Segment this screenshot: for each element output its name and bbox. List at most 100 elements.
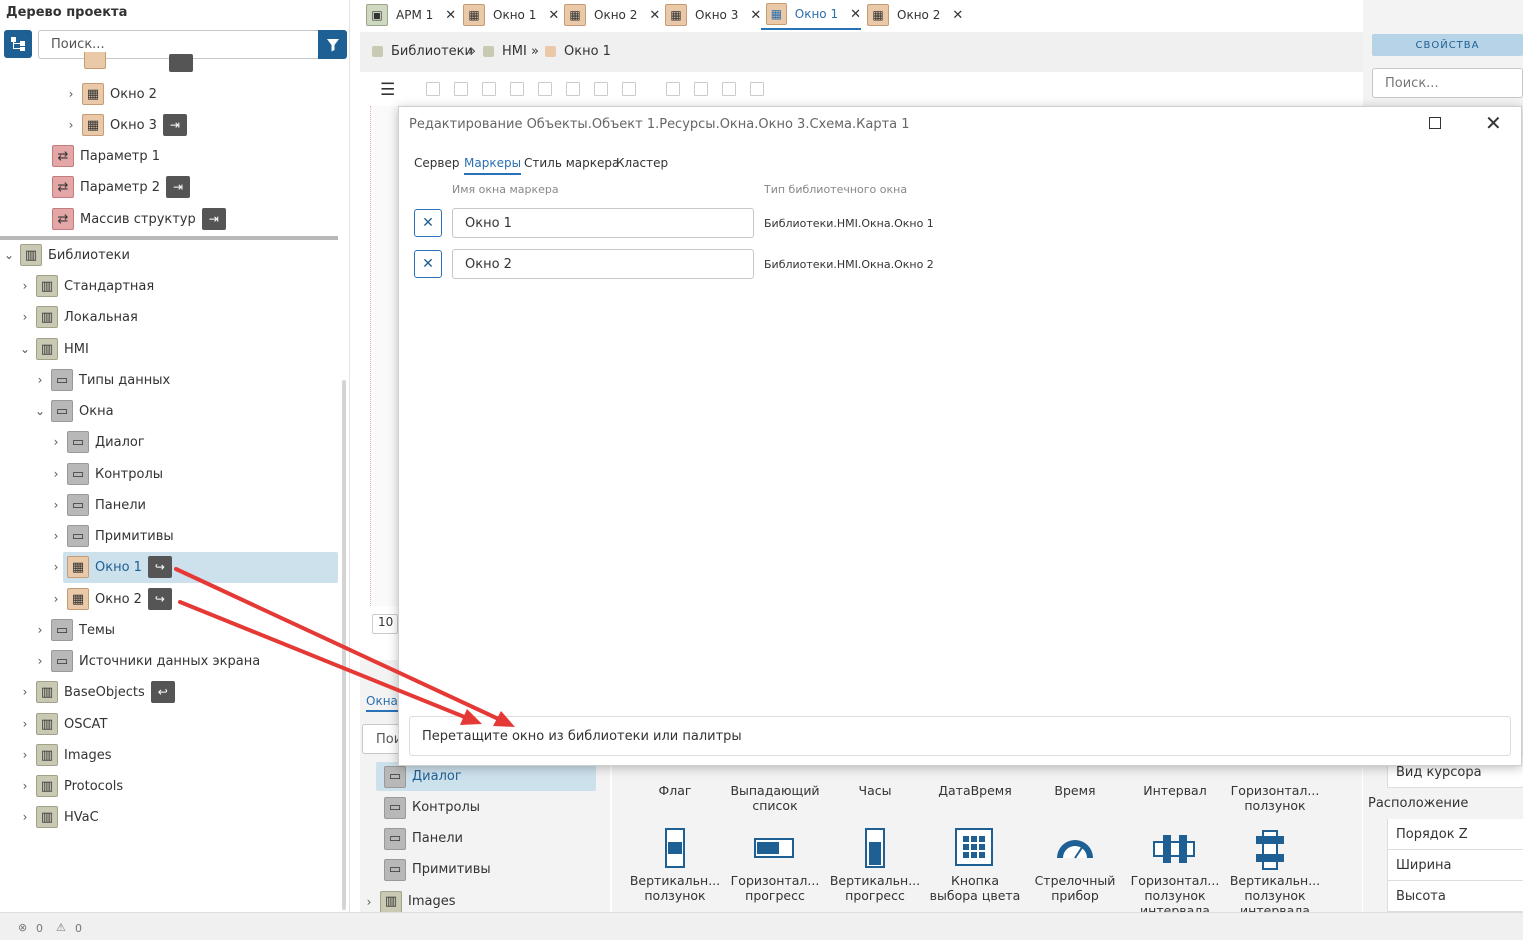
palette-widget-vslider[interactable]: Вертикальн... ползунок (625, 873, 725, 903)
tree-filter-button[interactable] (318, 30, 347, 59)
chevron-right-icon[interactable]: › (49, 560, 63, 574)
tab-arm[interactable]: ▣ АРМ 1 ✕ (366, 0, 456, 30)
tab-server[interactable]: Сервер (414, 156, 459, 170)
palette-item-primitives[interactable]: ▭ Примитивы (376, 855, 596, 884)
chevron-down-icon[interactable]: ⌄ (18, 342, 32, 356)
chevron-right-icon[interactable]: › (49, 529, 63, 543)
tab-window[interactable]: ▦ Окно 3 ✕ (665, 0, 761, 30)
tree-item-folder[interactable]: › ▭ Контролы (49, 460, 163, 488)
chevron-right-icon[interactable]: › (18, 279, 32, 293)
zoom-field[interactable]: 10 (372, 614, 398, 634)
breadcrumb-item[interactable]: HMI (483, 44, 527, 59)
breadcrumb-item[interactable]: Библиотеки (372, 44, 473, 59)
ungroup-icon[interactable] (694, 82, 708, 96)
align-bottom-icon[interactable] (566, 82, 580, 96)
canvas-area[interactable] (370, 106, 400, 606)
breadcrumb-item[interactable]: Окно 1 (545, 44, 611, 59)
tree-item-folder[interactable]: › ▭ Темы (33, 616, 115, 644)
align-left-icon[interactable] (426, 82, 440, 96)
palette-item-dialog[interactable]: ▭ Диалог (376, 762, 596, 791)
chevron-right-icon[interactable]: › (64, 118, 78, 132)
chevron-right-icon[interactable]: › (18, 779, 32, 793)
tab-palette-windows[interactable]: Окна (366, 694, 398, 712)
tree-item-window-selected[interactable]: › ▦ Окно 1 ↪ (49, 553, 172, 581)
palette-widget-datetime[interactable]: ДатаВремя (925, 783, 1025, 798)
chevron-right-icon[interactable]: › (18, 717, 32, 731)
palette-widget-flag[interactable]: Флаг (625, 783, 725, 798)
tree-item-folder[interactable]: › ▭ Типы данных (33, 366, 170, 394)
group-icon[interactable] (666, 82, 680, 96)
tree-item-library[interactable]: ⌄ ▥ HMI (18, 335, 89, 363)
align-center-icon[interactable] (454, 82, 468, 96)
chevron-right-icon[interactable]: › (64, 87, 78, 101)
property-z-order[interactable]: Порядок Z (1387, 819, 1523, 850)
tree-item-library[interactable]: › ▥ OSCAT (18, 710, 107, 738)
align-middle-icon[interactable] (538, 82, 552, 96)
drop-zone[interactable]: Перетащите окно из библиотеки или палитр… (409, 716, 1511, 756)
align-right-icon[interactable] (482, 82, 496, 96)
tree-item-library[interactable]: › ▥ Protocols (18, 772, 123, 800)
chevron-right-icon[interactable]: › (49, 498, 63, 512)
tab-window[interactable]: ▦ Окно 2 ✕ (867, 0, 963, 30)
palette-widget-vprogress[interactable]: Вертикальн... прогресс (825, 873, 925, 903)
chevron-right-icon[interactable]: › (18, 810, 32, 824)
tree-item-parameter[interactable]: ⇄ Параметр 1 (48, 142, 160, 170)
chevron-right-icon[interactable]: › (362, 895, 376, 909)
tab-window[interactable]: ▦ Окно 1 ✕ (463, 0, 559, 30)
tree-item-library[interactable]: › ▥ Локальная (18, 303, 138, 331)
tree-item-window[interactable]: › ▦ Окно 2 ↪ (49, 585, 172, 613)
tab-marker-style[interactable]: Стиль маркера (524, 156, 619, 170)
tree-splitter[interactable] (0, 236, 338, 240)
tree-item-parameter[interactable]: ⇄ Параметр 2 ⇥ (48, 173, 190, 201)
undo-arrow-icon[interactable]: ↩ (150, 681, 175, 703)
tree-item-folder[interactable]: › ▭ Диалог (49, 428, 145, 456)
chevron-right-icon[interactable]: › (49, 435, 63, 449)
properties-search-input[interactable] (1372, 68, 1523, 98)
palette-widget-hprogress[interactable]: Горизонтал... прогресс (725, 873, 825, 903)
tree-item-library[interactable]: › ▥ HVaC (18, 803, 99, 831)
tab-properties[interactable]: свойства (1372, 34, 1523, 56)
tree-item-folder[interactable]: › ▭ Источники данных экрана (33, 647, 260, 675)
chevron-right-icon[interactable]: › (49, 592, 63, 606)
chevron-right-icon[interactable]: › (18, 685, 32, 699)
marker-window-name-input[interactable] (452, 208, 754, 238)
close-icon[interactable]: ✕ (548, 8, 559, 23)
send-back-icon[interactable] (750, 82, 764, 96)
close-icon[interactable]: ✕ (952, 8, 963, 23)
chevron-right-icon[interactable]: › (49, 467, 63, 481)
close-icon[interactable]: ✕ (750, 8, 761, 23)
tree-item-window[interactable]: › ▦ Окно 3 ⇥ (64, 111, 187, 139)
palette-item-panels[interactable]: ▭ Панели (376, 824, 596, 853)
palette-widget-clock[interactable]: Часы (825, 783, 925, 798)
tab-window[interactable]: ▦ Окно 2 ✕ (564, 0, 660, 30)
property-height[interactable]: Высота (1387, 881, 1523, 912)
remove-marker-button[interactable]: ✕ (414, 209, 442, 237)
close-icon[interactable]: ✕ (850, 7, 861, 22)
align-top-icon[interactable] (510, 82, 524, 96)
distribute-h-icon[interactable] (594, 82, 608, 96)
tree-item-folder[interactable]: › ▭ Примитивы (49, 522, 174, 550)
palette-widget-gauge[interactable]: Стрелочный прибор (1025, 873, 1125, 903)
palette-widget-hslider[interactable]: Горизонтал... ползунок (1225, 783, 1325, 813)
tree-item-library[interactable]: › ▥ Стандартная (18, 272, 154, 300)
tab-cluster[interactable]: Кластер (616, 156, 668, 170)
close-icon[interactable]: ✕ (445, 8, 456, 23)
chevron-right-icon[interactable]: › (18, 310, 32, 324)
palette-search-input[interactable]: Пои (362, 724, 402, 754)
maximize-icon[interactable] (1429, 117, 1441, 129)
palette-widget-color-button[interactable]: Кнопка выбора цвета (925, 873, 1025, 903)
share-arrow-icon[interactable]: ↪ (147, 588, 172, 610)
tree-item-folder[interactable]: › ▭ Панели (49, 491, 146, 519)
chevron-down-icon[interactable]: ⌄ (2, 248, 16, 262)
chevron-right-icon[interactable]: › (33, 654, 47, 668)
tree-item-library[interactable]: › ▥ BaseObjects ↩ (18, 678, 175, 706)
distribute-v-icon[interactable] (622, 82, 636, 96)
chevron-right-icon[interactable]: › (33, 623, 47, 637)
chevron-right-icon[interactable]: › (18, 748, 32, 762)
menu-icon[interactable]: ☰ (380, 80, 395, 100)
close-icon[interactable]: ✕ (649, 8, 660, 23)
palette-widget-interval[interactable]: Интервал (1125, 783, 1225, 798)
tree-scrollbar[interactable] (342, 380, 346, 910)
bring-front-icon[interactable] (722, 82, 736, 96)
palette-widget-dropdown[interactable]: Выпадающий список (725, 783, 825, 813)
